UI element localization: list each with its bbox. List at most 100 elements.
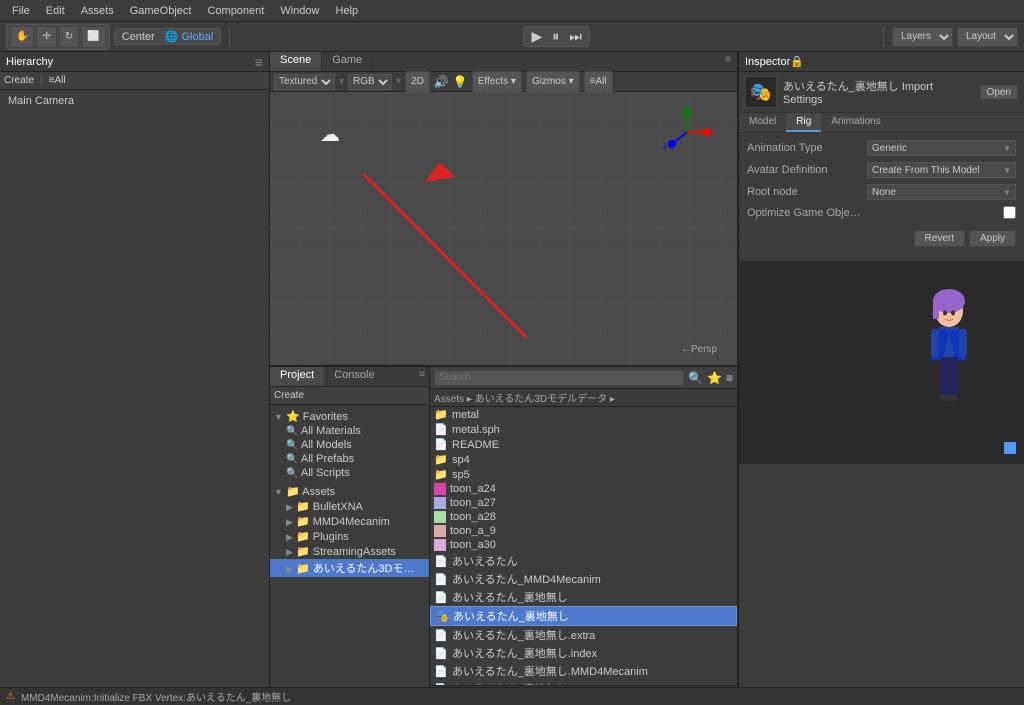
file-item-sp4[interactable]: 📁 sp4 [430,452,737,467]
tree-plugins[interactable]: ▶ 📁 Plugins [270,529,429,544]
2d-mode-btn[interactable]: 2D [405,71,430,93]
effects-btn[interactable]: Effects ▾ [472,71,522,93]
tab-animations[interactable]: Animations [821,113,890,132]
file-item-toon-a28[interactable]: toon_a28 [430,510,737,524]
layers-dropdown[interactable]: Layers [892,27,953,47]
scale-tool[interactable]: ⬜ [81,26,105,48]
gizmos-btn[interactable]: Gizmos ▾ [526,71,580,93]
avatar-def-arrow: ▼ [1003,166,1011,175]
play-button[interactable]: ▶ [527,28,546,45]
tree-all-prefabs[interactable]: 🔍 All Prefabs [270,452,429,466]
menu-window[interactable]: Window [272,3,327,19]
optimize-checkbox[interactable] [1003,206,1016,219]
file-search-input[interactable] [434,370,684,386]
options-btn[interactable]: ≡ [726,371,733,385]
hierarchy-menu-icon[interactable]: ≡ [255,55,263,69]
tree-assets-root[interactable]: ▼ 📁 Assets [270,484,429,499]
play-controls: ▶ ⏸ ⏭ [523,26,589,47]
tree-bulletxna[interactable]: ▶ 📁 BulletXNA [270,499,429,514]
tree-all-models[interactable]: 🔍 All Models [270,438,429,452]
file-item-metal-sph[interactable]: 📄 metal.sph [430,422,737,437]
tab-scene[interactable]: Scene [270,52,322,71]
rotate-tool[interactable]: ↻ [59,26,79,48]
tree-streaming[interactable]: ▶ 📁 StreamingAssets [270,544,429,559]
hand-tool[interactable]: ✋ [10,26,34,48]
status-text: MMD4Mecanim:Initialize FBX Vertex:あいえるたん… [21,689,291,704]
tree-favorites[interactable]: ▼ ⭐ Favorites [270,409,429,424]
file-item-toon-a24[interactable]: toon_a24 [430,482,737,496]
mmd4mecanim-arrow: ▶ [286,517,293,527]
toon27-icon [434,497,446,509]
asset-name: あいえるたん_裏地無し Import Settings [783,78,974,106]
color-mode-select[interactable]: RGB [348,74,392,90]
file-item-readme[interactable]: 📄 README [430,437,737,452]
menu-file[interactable]: File [4,3,38,19]
search-btn[interactable]: 🔍 [688,371,703,385]
tab-game[interactable]: Game [322,52,373,71]
apply-button[interactable]: Apply [969,230,1016,247]
inspector-rig-section: Animation Type Generic ▼ Avatar Definiti… [739,133,1024,226]
project-tabs: Project Console ≡ [270,367,429,387]
inspector-panel: Inspector 🔒 🎭 あいえるたん_裏地無し Import Setting… [738,52,1024,705]
tab-console[interactable]: Console [324,367,384,386]
menu-component[interactable]: Component [199,3,272,19]
file-item-aierutan-mmd[interactable]: 📄 あいえるたん_MMD4Mecanim [430,570,737,588]
scene-view[interactable]: ☁ x y z ←Persp [270,92,737,365]
hierarchy-item-main-camera[interactable]: Main Camera [0,94,269,108]
menu-help[interactable]: Help [327,3,366,19]
root-node-label: Root node [747,186,867,198]
tree-all-materials[interactable]: 🔍 All Materials [270,424,429,438]
scene-cloud: ☁ [320,122,340,147]
effects-icon[interactable]: 💡 [453,75,468,89]
menu-gameobject[interactable]: GameObject [122,3,200,19]
file-item-aierutan-selected[interactable]: 🎭 あいえるたん_裏地無し [430,606,737,626]
file-item-metal[interactable]: 📁 metal [430,407,737,422]
tab-project[interactable]: Project [270,367,324,386]
file-item-toon-a30[interactable]: toon_a30 [430,538,737,552]
revert-button[interactable]: Revert [914,230,965,247]
file-item-mmd4mecanim[interactable]: 📄 あいえるたん_裏地無し.MMD4Mecanim [430,662,737,680]
menu-bar: File Edit Assets GameObject Component Wi… [0,0,1024,22]
file-item-toon-a9[interactable]: toon_a_9 [430,524,737,538]
preview-nav-dot[interactable] [1004,442,1016,454]
hierarchy-all-btn[interactable]: ≡All [49,75,66,86]
pause-button[interactable]: ⏸ [548,28,563,45]
layout-dropdown[interactable]: Layout [957,27,1018,47]
tree-all-scripts[interactable]: 🔍 All Scripts [270,466,429,480]
aierutan-ura-icon: 📄 [434,591,448,604]
render-mode-select[interactable]: Textured [274,74,335,90]
project-create-btn[interactable]: Create [274,390,304,401]
tree-mmd4mecanim[interactable]: ▶ 📁 MMD4Mecanim [270,514,429,529]
file-item-index[interactable]: 📄 あいえるたん_裏地無し.index [430,644,737,662]
file-item-aierutan-ura[interactable]: 📄 あいえるたん_裏地無し [430,588,737,606]
animation-type-value[interactable]: Generic ▼ [867,140,1016,156]
avatar-definition-value[interactable]: Create From This Model ▼ [867,162,1016,178]
file-toolbar: 🔍 ⭐ ≡ [430,367,737,389]
filter-btn[interactable]: ⭐ [707,371,722,385]
status-bar: ⚠ MMD4Mecanim:Initialize FBX Vertex:あいえる… [0,687,1024,705]
tab-rig[interactable]: Rig [786,113,821,132]
audio-icon[interactable]: 🔊 [434,75,449,89]
menu-assets[interactable]: Assets [73,3,122,19]
root-node-row: Root node None ▼ [747,181,1016,203]
hierarchy-create-btn[interactable]: Create [4,75,34,86]
menu-edit[interactable]: Edit [38,3,73,19]
hierarchy-tab-label: Hierarchy [6,56,53,68]
tab-model[interactable]: Model [739,113,786,132]
streaming-arrow: ▶ [286,547,293,557]
scene-panel-menu[interactable]: ≡ [719,52,737,71]
open-button[interactable]: Open [980,85,1018,100]
file-item-extra[interactable]: 📄 あいえるたん_裏地無し.extra [430,626,737,644]
asset-info: あいえるたん_裏地無し Import Settings [783,78,974,106]
character-preview-panel [739,261,1024,464]
all-btn[interactable]: ≡All [584,71,613,93]
file-item-toon-a27[interactable]: toon_a27 [430,496,737,510]
move-tool[interactable]: ✛ [36,26,56,48]
tree-aierutan[interactable]: ▶ 📁 あいえるたん3Dモデルデータ [270,559,429,577]
step-button[interactable]: ⏭ [565,28,586,45]
file-item-aierutan[interactable]: 📄 あいえるたん [430,552,737,570]
file-item-sp5[interactable]: 📁 sp5 [430,467,737,482]
project-panel-menu[interactable]: ≡ [415,367,429,386]
lock-icon[interactable]: 🔒 [790,55,804,68]
root-node-value[interactable]: None ▼ [867,184,1016,200]
